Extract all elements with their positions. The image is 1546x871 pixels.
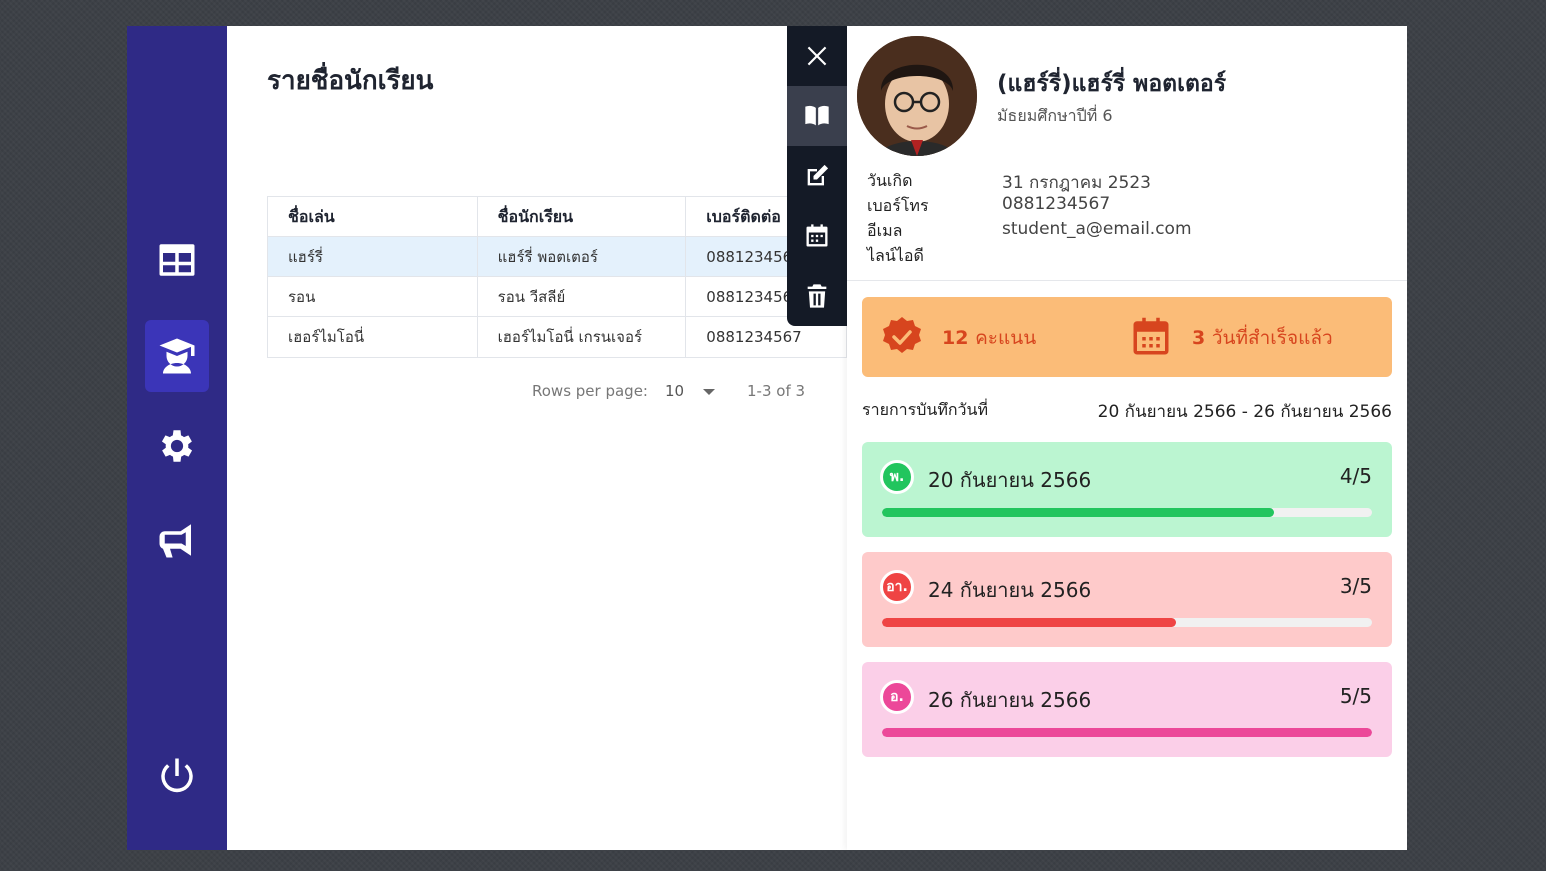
- days-number: 3: [1192, 327, 1206, 349]
- score-summary: 12 คะแนน: [942, 323, 1036, 353]
- record-date: 26 กันยายน 2566: [928, 688, 1092, 712]
- student-grade: มัธยมศึกษาปีที่ 6: [997, 106, 1113, 125]
- sidebar: [127, 26, 227, 850]
- rows-per-page-value: 10: [665, 382, 685, 400]
- student-name: (แฮร์รี่)แฮร์รี่ พอตเตอร์: [997, 71, 1227, 97]
- students-table: ชื่อเล่น ชื่อนักเรียน เบอร์ติดต่อ แฮร์รี…: [267, 196, 848, 358]
- day-badge: อ.: [880, 680, 914, 714]
- progress-fill: [882, 508, 1274, 517]
- record-card[interactable]: อา. 24 กันยายน 2566 3/5: [862, 552, 1392, 647]
- book-icon: [805, 105, 829, 126]
- phone-value: 0881234567: [1002, 194, 1111, 214]
- table-icon: [159, 244, 195, 276]
- progress-track: [882, 618, 1372, 627]
- nav-students-button[interactable]: [145, 320, 209, 392]
- score-number: 12: [942, 327, 969, 349]
- schedule-button[interactable]: [787, 206, 847, 266]
- days-summary: 3 วันที่สำเร็จแล้ว: [1192, 323, 1333, 353]
- logout-button[interactable]: [145, 740, 209, 812]
- progress-fill: [882, 728, 1372, 737]
- score-unit: คะแนน: [975, 327, 1037, 349]
- record-card[interactable]: พ. 20 กันยายน 2566 4/5: [862, 442, 1392, 537]
- records-range: 20 กันยายน 2566 - 26 กันยายน 2566: [1097, 402, 1392, 422]
- birthday-value: 31 กรกฎาคม 2523: [1002, 173, 1151, 193]
- day-badge: พ.: [880, 460, 914, 494]
- record-date: 20 กันยายน 2566: [928, 468, 1092, 492]
- cell-nickname: เฮอร์ไมโอนี่: [268, 317, 478, 357]
- graduate-icon: [159, 338, 195, 374]
- record-score: 4/5: [1339, 464, 1372, 488]
- megaphone-icon: [159, 524, 191, 558]
- edit-icon: [807, 164, 829, 186]
- rows-per-page-select[interactable]: 10: [665, 382, 715, 400]
- delete-button[interactable]: [787, 266, 847, 326]
- progress-track: [882, 508, 1372, 517]
- chevron-down-icon: [702, 388, 715, 395]
- nav-settings-button[interactable]: [145, 410, 209, 482]
- app-window: รายชื่อนักเรียน ชื่อเล่น ชื่อนักเรียน เบ…: [127, 26, 1407, 850]
- student-detail-panel: (แฮร์รี่)แฮร์รี่ พอตเตอร์ มัธยมศึกษาปีที…: [847, 26, 1407, 850]
- days-unit: วันที่สำเร็จแล้ว: [1211, 327, 1333, 349]
- view-records-button[interactable]: [787, 86, 847, 146]
- close-icon: [807, 46, 827, 66]
- cell-nickname: แฮร์รี่: [268, 237, 478, 277]
- page-title: รายชื่อนักเรียน: [267, 66, 434, 96]
- record-score: 5/5: [1339, 684, 1372, 708]
- calendar-icon: [806, 224, 828, 247]
- cell-nickname: รอน: [268, 277, 478, 317]
- calendar-icon: [1133, 317, 1169, 355]
- summary-card: 12 คะแนน 3 วันที่สำเร็จแล้ว: [862, 297, 1392, 377]
- record-card[interactable]: อ. 26 กันยายน 2566 5/5: [862, 662, 1392, 757]
- divider: [847, 280, 1407, 281]
- table-row[interactable]: รอน รอน วีสลีย์ 0881234567: [268, 277, 848, 317]
- close-button[interactable]: [787, 26, 847, 86]
- progress-track: [882, 728, 1372, 737]
- email-label: อีเมล: [867, 221, 903, 240]
- column-header-name[interactable]: ชื่อนักเรียน: [478, 197, 687, 237]
- record-date: 24 กันยายน 2566: [928, 578, 1092, 602]
- edit-button[interactable]: [787, 146, 847, 206]
- birthday-label: วันเกิด: [867, 171, 913, 190]
- action-toolbar: [787, 26, 847, 326]
- table-row[interactable]: เฮอร์ไมโอนี่ เฮอร์ไมโอนี่ เกรนเจอร์ 0881…: [268, 317, 848, 357]
- progress-fill: [882, 618, 1176, 627]
- line-id-label: ไลน์ไอดี: [867, 246, 924, 265]
- check-badge-icon: [883, 317, 921, 353]
- records-label: รายการบันทึกวันที่: [862, 400, 989, 419]
- power-icon: [161, 758, 193, 793]
- email-value: student_a@email.com: [1002, 219, 1192, 239]
- pagination-range: 1-3 of 3: [747, 382, 806, 400]
- main-content: รายชื่อนักเรียน ชื่อเล่น ชื่อนักเรียน เบ…: [227, 26, 848, 850]
- cell-name: แฮร์รี่ พอตเตอร์: [478, 237, 687, 277]
- gear-icon: [161, 430, 193, 462]
- cell-name: เฮอร์ไมโอนี่ เกรนเจอร์: [478, 317, 687, 357]
- record-score: 3/5: [1339, 574, 1372, 598]
- nav-dashboard-button[interactable]: [145, 224, 209, 296]
- cell-name: รอน วีสลีย์: [478, 277, 687, 317]
- avatar: [857, 36, 977, 156]
- nav-announcements-button[interactable]: [145, 504, 209, 576]
- trash-icon: [807, 284, 827, 308]
- rows-per-page-label: Rows per page:: [532, 382, 648, 400]
- table-header-row: ชื่อเล่น ชื่อนักเรียน เบอร์ติดต่อ: [268, 197, 848, 237]
- phone-label: เบอร์โทร: [867, 196, 929, 215]
- column-header-nickname[interactable]: ชื่อเล่น: [268, 197, 478, 237]
- table-row[interactable]: แฮร์รี่ แฮร์รี่ พอตเตอร์ 0881234567: [268, 237, 848, 277]
- day-badge: อา.: [880, 570, 914, 604]
